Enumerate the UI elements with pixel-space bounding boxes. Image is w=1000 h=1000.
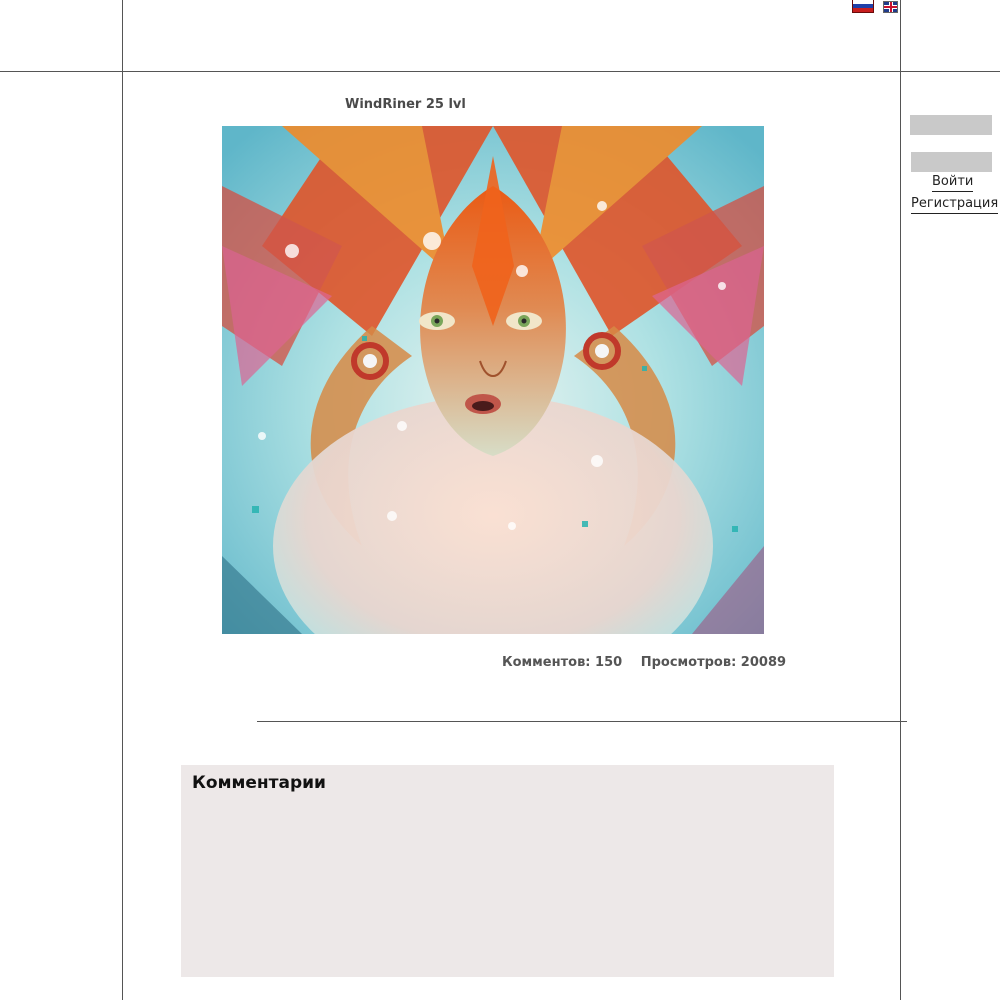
content-divider — [257, 721, 907, 722]
login-username-input[interactable] — [910, 115, 992, 135]
comments-panel: Комментарии — [181, 765, 834, 977]
register-link[interactable]: Регистрация — [911, 196, 999, 214]
artwork-author[interactable]: WindRiner 25 lvl — [345, 97, 466, 112]
login-password-input[interactable] — [911, 152, 992, 172]
flag-en-icon[interactable] — [883, 1, 898, 13]
flag-ru-icon[interactable] — [852, 0, 874, 13]
comments-count: Комментов: 150 — [502, 655, 623, 670]
right-frame-line — [900, 0, 901, 1000]
comments-title: Комментарии — [192, 773, 326, 793]
views-count: Просмотров: 20089 — [640, 655, 787, 670]
header-divider — [0, 71, 1000, 72]
artwork-stats: Комментов: 150 Просмотров: 20089 — [502, 655, 800, 670]
artwork-image[interactable] — [222, 126, 764, 634]
login-link[interactable]: Войти — [932, 174, 974, 192]
left-frame-line — [122, 0, 123, 1000]
